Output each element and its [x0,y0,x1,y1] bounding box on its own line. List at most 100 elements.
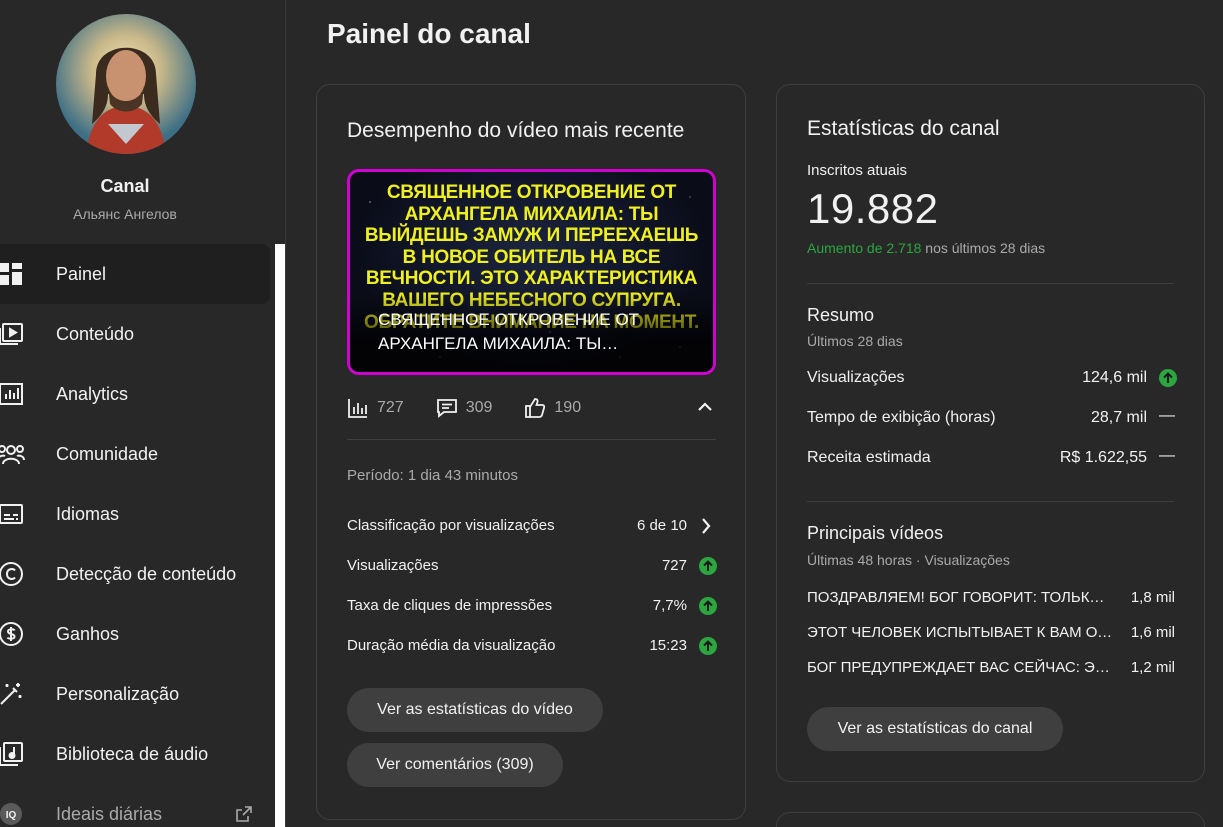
dollar-icon [0,619,26,649]
sidebar-item-label: Painel [56,263,107,284]
metric-avg-duration: Duração média da visualização 15:23 [347,635,717,657]
views-stat: 727 [347,397,404,419]
audio-library-icon [0,739,26,769]
video-title: СВЯЩЕННОЕ ОТКРОВЕНИЕ ОТ АРХАНГЕЛА МИХАИЛ… [378,310,639,353]
channel-avatar[interactable] [56,14,196,154]
top-video-title: ЭТОТ ЧЕЛОВЕК ИСПЫТЫВАЕТ К ВАМ ОЧЕНЬ СИЛЬ… [807,624,1115,641]
metric-ranking[interactable]: Classificação por visualizações 6 de 10 [347,515,717,537]
sidebar-item-label: Idiomas [56,503,120,524]
trend-up-icon [699,557,717,575]
sidebar-item-content-id[interactable]: Detecção de conteúdo [0,544,270,604]
card-title: Estatísticas do canal [807,117,1000,140]
community-icon [0,439,26,469]
sidebar-item-analytics[interactable]: Analytics [0,364,270,424]
sidebar-item-label: Comunidade [56,443,159,464]
view-comments-button[interactable]: Ver comentários (309) [347,743,563,787]
metric-value: 7,7% [652,597,687,614]
top-video-views: 1,2 mil [1130,659,1175,676]
chevron-right-icon [700,517,712,539]
summary-title: Resumo [807,305,875,325]
top-videos-title: Principais vídeos [807,523,944,543]
summary-subtitle: Últimos 28 dias [807,333,903,349]
metric-value: 727 [661,557,687,574]
thumbs-up-icon [525,398,546,418]
trend-up-icon [1159,369,1177,387]
metric-label: Visualizações [807,369,905,386]
channel-name: Альянс Ангелов [73,206,177,222]
card-title: Desempenho do vídeo mais recente [347,119,685,142]
metric-label: Visualizações [347,557,439,574]
metric-value: 6 de 10 [636,517,687,534]
sidebar-scrollbar[interactable] [275,244,285,827]
likes-stat: 190 [524,397,581,419]
video-quick-stats: 727 309 190 [347,395,613,421]
top-video-title: БОГ ПРЕДУПРЕЖДАЕТ ВАС СЕЙЧАС: ЭТО ПОСЛЕД… [807,659,1115,676]
summary-views: Visualizações 124,6 mil [807,367,1177,389]
metric-label: Duração média da visualização [347,637,556,654]
top-video-row[interactable]: БОГ ПРЕДУПРЕЖДАЕТ ВАС СЕЙЧАС: ЭТО ПОСЛЕД… [807,657,1175,679]
metric-label: Tempo de exibição (horas) [807,409,996,426]
analytics-icon [0,379,26,409]
view-video-stats-button[interactable]: Ver as estatísticas do vídeo [347,688,603,732]
metric-views: Visualizações 727 [347,555,717,577]
view-channel-stats-button[interactable]: Ver as estatísticas do canal [807,707,1063,751]
bar-chart-icon [348,399,367,418]
sidebar-item-earn[interactable]: Ganhos [0,604,270,664]
summary-watch-time: Tempo de exibição (horas) 28,7 mil — [807,407,1177,429]
magic-wand-icon [0,679,26,709]
views-count: 727 [377,399,404,416]
metric-value: 15:23 [649,637,687,654]
sidebar-item-label: Conteúdo [56,323,135,344]
metric-ctr: Taxa de cliques de impressões 7,7% [347,595,717,617]
sidebar-item-label: Biblioteca de áudio [56,743,209,764]
sidebar-item-label: Personalização [56,683,180,704]
top-video-views: 1,6 mil [1130,624,1175,641]
sidebar-item-content[interactable]: Conteúdo [0,304,270,364]
metric-label: Taxa de cliques de impressões [347,597,553,614]
top-video-row[interactable]: ПОЗДРАВЛЯЕМ! БОГ ГОВОРИТ: ТОЛЬКО ТЫ ДОСТ… [807,587,1175,609]
svg-text:IQ: IQ [6,810,17,821]
sidebar-item-customization[interactable]: Personalização [0,664,270,724]
channel-title: Canal [100,176,150,196]
video-thumbnail[interactable]: СВЯЩЕННОЕ ОТКРОВЕНИЕ ОТ АРХАНГЕЛА МИХАИЛ… [347,169,716,375]
collapse-chevron-up-icon[interactable] [695,397,715,422]
sidebar-item-dashboard[interactable]: Painel [0,244,270,304]
top-video-views: 1,8 mil [1130,589,1175,606]
sidebar-item-label: Ideais diárias [56,803,163,824]
sidebar-item-languages[interactable]: Idiomas [0,484,270,544]
sidebar-item-label: Ganhos [56,623,120,644]
dashboard-icon [0,259,26,289]
summary-revenue: Receita estimada R$ 1.622,55 — [807,447,1177,469]
latest-video-card: Desempenho do vídeo mais recente СВЯЩЕНН… [316,84,746,820]
next-card [776,812,1205,827]
channel-stats-card: Estatísticas do canal Inscritos atuais 1… [776,84,1205,782]
top-video-row[interactable]: ЭТОТ ЧЕЛОВЕК ИСПЫТЫВАЕТ К ВАМ ОЧЕНЬ СИЛЬ… [807,622,1175,644]
sidebar-item-label: Analytics [56,383,129,404]
sidebar-item-daily-ideas[interactable]: IQ Ideais diárias [0,784,270,827]
copyright-icon [0,559,26,589]
subscribers-growth: Aumento de 2.718 nos últimos 28 dias [807,240,1045,256]
divider [807,283,1174,284]
page-title: Painel do canal [327,18,531,49]
growth-amount: Aumento de 2.718 [807,240,922,256]
comments-count: 309 [465,399,493,416]
external-link-icon [234,804,254,824]
trend-flat-indicator: — [1159,447,1175,464]
sidebar-item-community[interactable]: Comunidade [0,424,270,484]
top-videos-subtitle: Últimas 48 horas · Visualizações [807,552,1010,568]
comment-icon [436,399,457,418]
video-period: Período: 1 dia 43 minutos [347,467,518,484]
sidebar-item-audio-library[interactable]: Biblioteca de áudio [0,724,270,784]
sidebar: Canal Альянс Ангелов Painel Conteúdo Ana… [0,0,286,827]
iq-icon: IQ [0,799,26,827]
likes-count: 190 [554,399,582,416]
growth-period: nos últimos 28 dias [921,240,1046,256]
subtitles-icon [0,499,26,529]
subscribers-label: Inscritos atuais [807,162,908,179]
trend-up-icon [699,637,717,655]
comments-stat: 309 [436,397,493,419]
divider [807,501,1174,502]
content-icon [0,319,26,349]
trend-flat-indicator: — [1159,407,1175,424]
metric-value: R$ 1.622,55 [1059,449,1147,466]
